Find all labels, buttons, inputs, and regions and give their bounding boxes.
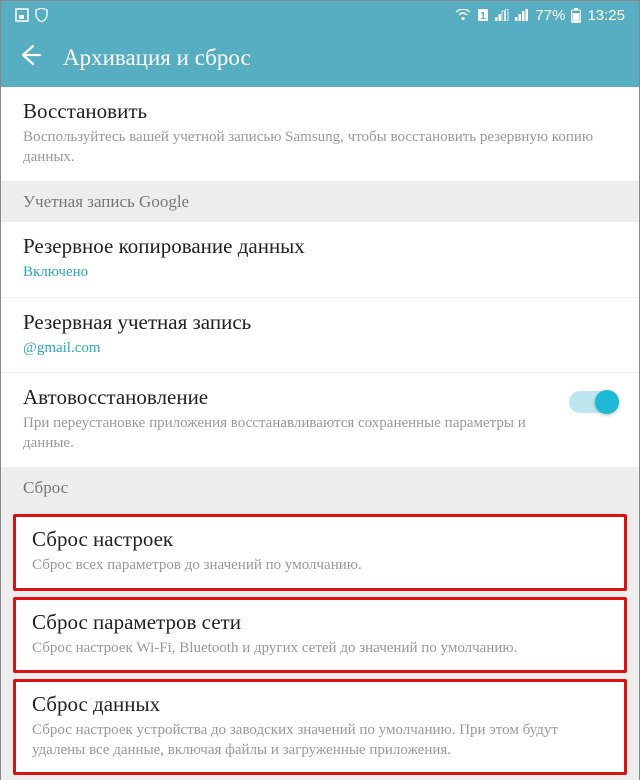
restore-item[interactable]: Восстановить Воспользуйтесь вашей учетно… xyxy=(1,87,639,182)
page-title: Архивация и сброс xyxy=(63,45,251,71)
section-reset: Сброс xyxy=(1,468,639,508)
reset-data-item[interactable]: Сброс данных Сброс настроек устройства д… xyxy=(13,679,627,775)
status-right: 1 77% 13:25 xyxy=(455,7,625,24)
auto-restore-desc: При переустановке приложения восстанавли… xyxy=(23,414,553,453)
clock: 13:25 xyxy=(587,7,625,24)
sim1-icon: 1 xyxy=(477,8,489,22)
backup-account-value: @gmail.com xyxy=(23,339,617,359)
reset-settings-title: Сброс настроек xyxy=(32,527,608,552)
svg-text:1: 1 xyxy=(481,11,487,22)
toggle-knob xyxy=(595,390,619,414)
reset-network-desc: Сброс настроек Wi-Fi, Bluetooth и других… xyxy=(32,639,608,659)
backup-data-item[interactable]: Резервное копирование данных Включено xyxy=(1,222,639,298)
reset-settings-item[interactable]: Сброс настроек Сброс всех параметров до … xyxy=(13,514,627,591)
wifi-icon xyxy=(455,9,471,21)
signal2-icon xyxy=(515,9,529,21)
reset-settings-desc: Сброс всех параметров до значений по умо… xyxy=(32,556,608,576)
restore-title: Восстановить xyxy=(23,99,617,124)
backup-account-title: Резервная учетная запись xyxy=(23,310,617,335)
status-left xyxy=(15,8,48,22)
backup-data-status: Включено xyxy=(23,263,617,283)
battery-icon xyxy=(571,8,581,23)
reset-network-item[interactable]: Сброс параметров сети Сброс настроек Wi-… xyxy=(13,597,627,674)
reset-data-title: Сброс данных xyxy=(32,692,608,717)
backup-account-item[interactable]: Резервная учетная запись @gmail.com xyxy=(1,298,639,374)
auto-restore-title: Автовосстановление xyxy=(23,385,553,410)
restore-desc: Воспользуйтесь вашей учетной записью Sam… xyxy=(23,128,617,167)
backup-data-title: Резервное копирование данных xyxy=(23,234,617,259)
auto-restore-toggle[interactable] xyxy=(569,391,617,413)
battery-pct: 77% xyxy=(535,7,565,24)
signal1-icon xyxy=(495,9,509,21)
back-button[interactable] xyxy=(19,44,41,73)
status-bar: 1 77% 13:25 xyxy=(1,1,639,29)
shield-icon xyxy=(35,8,48,22)
auto-restore-item: Автовосстановление При переустановке при… xyxy=(1,373,639,468)
phone-screen: 1 77% 13:25 Архивация и сброс Восстанови… xyxy=(0,0,640,780)
settings-list: Восстановить Воспользуйтесь вашей учетно… xyxy=(1,87,639,780)
reset-network-title: Сброс параметров сети xyxy=(32,610,608,635)
reset-data-desc: Сброс настроек устройства до заводских з… xyxy=(32,721,608,760)
screenshot-icon xyxy=(15,8,29,22)
app-header: Архивация и сброс xyxy=(1,29,639,87)
section-google-account: Учетная запись Google xyxy=(1,182,639,222)
